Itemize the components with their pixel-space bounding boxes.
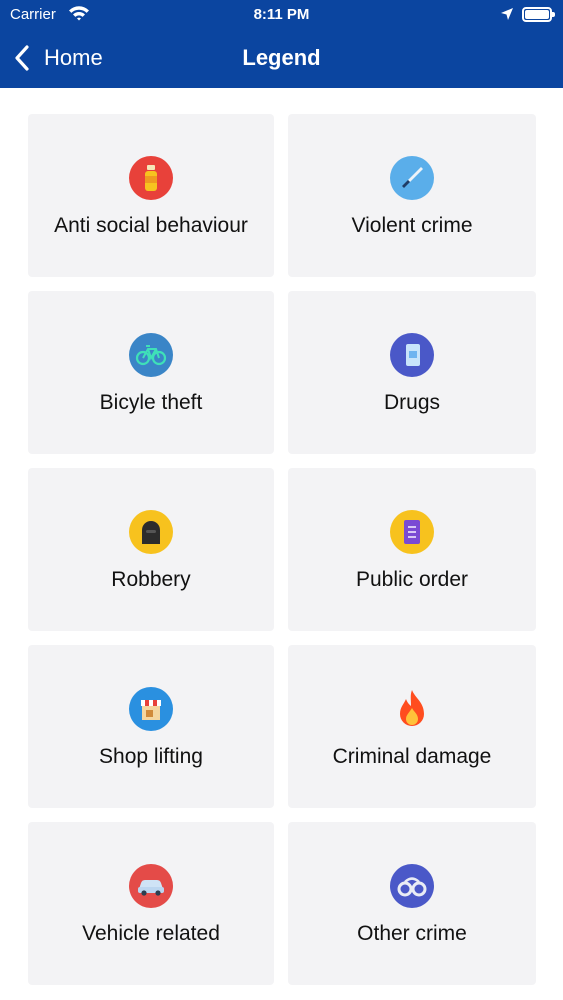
status-time: 8:11 PM — [253, 6, 310, 23]
legend-label: Robbery — [111, 568, 191, 591]
legend-item-vehicle-related[interactable]: Vehicle related — [28, 822, 274, 985]
legend-label: Bicyle theft — [99, 391, 203, 414]
legend-item-criminal-damage[interactable]: Criminal damage — [288, 645, 536, 808]
knife-icon — [390, 156, 434, 200]
legend-item-violent-crime[interactable]: Violent crime — [288, 114, 536, 277]
legend-label: Drugs — [383, 391, 441, 414]
legend-label: Other crime — [357, 922, 467, 945]
back-button[interactable]: Home — [14, 43, 103, 73]
legend-label: Anti social behaviour — [54, 214, 248, 237]
legend-label: Public order — [355, 568, 469, 591]
robber-icon — [129, 510, 173, 554]
legend-item-robbery[interactable]: Robbery — [28, 468, 274, 631]
legend-item-other-crime[interactable]: Other crime — [288, 822, 536, 985]
document-icon — [390, 510, 434, 554]
header: Carrier 8:11 PM Home Legend — [0, 0, 563, 88]
status-bar: Carrier 8:11 PM — [0, 0, 563, 30]
shop-icon — [129, 687, 173, 731]
legend-label: Criminal damage — [332, 745, 492, 768]
handcuffs-icon — [390, 864, 434, 908]
legend-label: Shop lifting — [99, 745, 203, 768]
navigation-bar: Home Legend — [0, 30, 563, 88]
bicycle-icon — [129, 333, 173, 377]
battery-icon — [522, 7, 555, 22]
legend-label: Violent crime — [351, 214, 473, 237]
legend-label: Vehicle related — [82, 922, 220, 945]
chevron-left-icon — [14, 43, 42, 73]
legend-item-public-order[interactable]: Public order — [288, 468, 536, 631]
drugs-icon — [390, 333, 434, 377]
legend-grid: Anti social behaviour Violent crime Bicy… — [28, 114, 536, 985]
spray-can-icon — [129, 156, 173, 200]
car-icon — [129, 864, 173, 908]
legend-item-bicycle-theft[interactable]: Bicyle theft — [28, 291, 274, 454]
legend-item-drugs[interactable]: Drugs — [288, 291, 536, 454]
location-arrow-icon — [500, 7, 514, 25]
legend-item-shop-lifting[interactable]: Shop lifting — [28, 645, 274, 808]
fire-icon — [390, 687, 434, 731]
legend-item-anti-social-behaviour[interactable]: Anti social behaviour — [28, 114, 274, 277]
back-label: Home — [44, 45, 103, 70]
